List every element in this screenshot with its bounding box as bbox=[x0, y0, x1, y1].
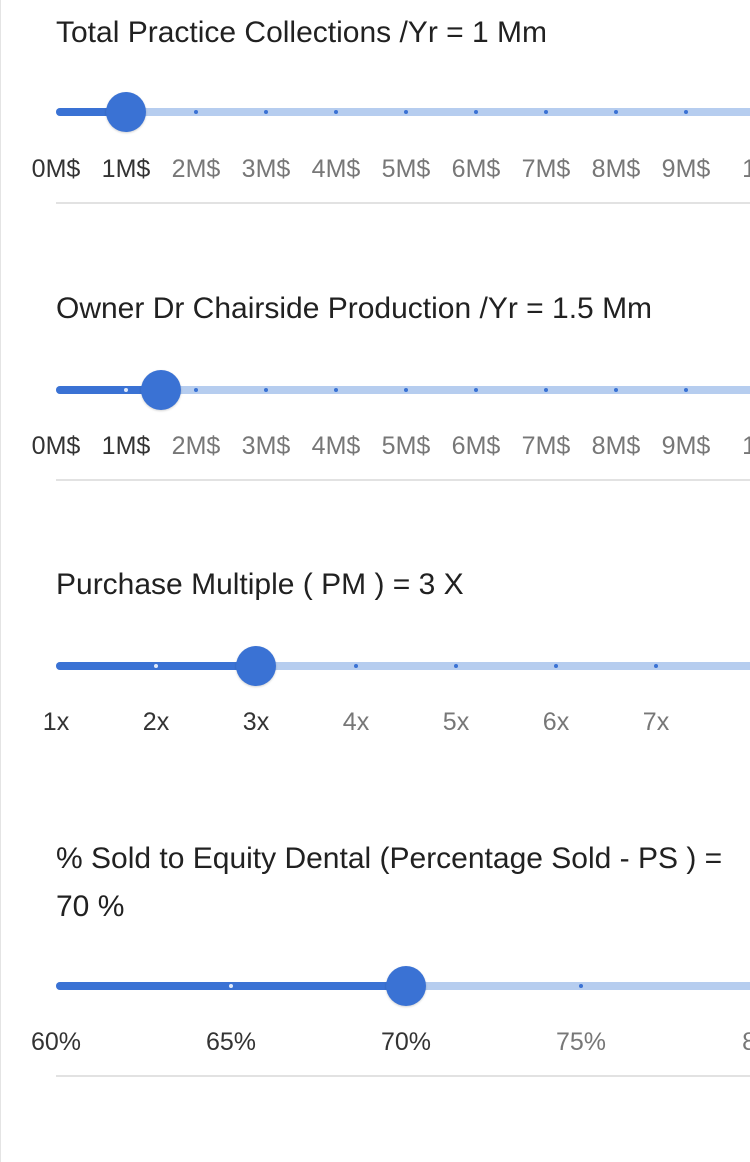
slider-mark-label: 5x bbox=[442, 708, 470, 736]
slider-mark-label: 8M$ bbox=[591, 155, 641, 183]
slider-mark-label: 80 bbox=[742, 1026, 750, 1058]
slider-mark-label: 10 bbox=[742, 430, 750, 462]
slider-tick bbox=[544, 388, 548, 392]
percent-sold-slider-track[interactable] bbox=[56, 966, 750, 1006]
slider-mark-label: 6M$ bbox=[451, 155, 501, 183]
slider-tick bbox=[614, 388, 618, 392]
slider-tick bbox=[579, 984, 583, 988]
slider-tick bbox=[334, 110, 338, 114]
slider-mark-label: 4M$ bbox=[311, 155, 361, 183]
multiple-slider-track[interactable] bbox=[56, 646, 750, 686]
percent-sold-slider-title: % Sold to Equity Dental (Percentage Sold… bbox=[56, 842, 723, 923]
slider-mark-label: 3M$ bbox=[241, 432, 291, 460]
slider-mark-label: 3x bbox=[242, 708, 270, 736]
slider-tick bbox=[404, 110, 408, 114]
slider-tick bbox=[474, 388, 478, 392]
slider-tick bbox=[154, 664, 158, 668]
slider-tick bbox=[264, 110, 268, 114]
slider-mark-label: 2x bbox=[142, 708, 170, 736]
slider-mark-label: 1M$ bbox=[101, 432, 151, 460]
slider-tick bbox=[474, 110, 478, 114]
slider-mark-label: 7x bbox=[642, 708, 670, 736]
slider-mark-label: 6M$ bbox=[451, 432, 501, 460]
slider-mark-label: 4M$ bbox=[311, 432, 361, 460]
slider-mark-label: 2M$ bbox=[171, 155, 221, 183]
slider-tick bbox=[404, 388, 408, 392]
slider-mark-label: 7M$ bbox=[521, 155, 571, 183]
slider-mark-label: 10 bbox=[742, 153, 750, 185]
collections-slider-track[interactable] bbox=[56, 92, 750, 132]
multiple-slider-thumb[interactable] bbox=[236, 646, 276, 686]
calculator-panel: Total Practice Collections /Yr = 1 Mm 0M… bbox=[0, 0, 750, 1162]
percent-sold-slider-thumb[interactable] bbox=[386, 966, 426, 1006]
collections-slider-thumb[interactable] bbox=[106, 92, 146, 132]
slider-mark-label: 60% bbox=[30, 1028, 82, 1056]
slider-mark-label: 9M$ bbox=[661, 432, 711, 460]
slider-tick bbox=[124, 388, 128, 392]
production-slider-title: Owner Dr Chairside Production /Yr = 1.5 … bbox=[56, 292, 653, 325]
slider-tick bbox=[554, 664, 558, 668]
slider-mark-label: 8M$ bbox=[591, 432, 641, 460]
multiple-slider-title: Purchase Multiple ( PM ) = 3 X bbox=[56, 568, 464, 601]
slider-tick bbox=[544, 110, 548, 114]
slider-mark-label: 4x bbox=[342, 708, 370, 736]
collections-slider-title: Total Practice Collections /Yr = 1 Mm bbox=[56, 16, 548, 49]
slider-mark-label: 3M$ bbox=[241, 155, 291, 183]
divider bbox=[56, 1075, 750, 1077]
production-slider-track[interactable] bbox=[56, 370, 750, 410]
production-slider-thumb[interactable] bbox=[141, 370, 181, 410]
slider-tick bbox=[194, 110, 198, 114]
slider-mark-label: 1x bbox=[42, 708, 70, 736]
slider-tick bbox=[454, 664, 458, 668]
divider bbox=[56, 479, 750, 481]
slider-mark-label: 9M$ bbox=[661, 155, 711, 183]
slider-mark-label: 6x bbox=[542, 708, 570, 736]
slider-mark-label: 2M$ bbox=[171, 432, 221, 460]
slider-mark-label: 0M$ bbox=[31, 432, 81, 460]
slider-tick bbox=[684, 110, 688, 114]
slider-tick bbox=[614, 110, 618, 114]
slider-mark-label: 7M$ bbox=[521, 432, 571, 460]
slider-mark-label: 1M$ bbox=[101, 155, 151, 183]
slider-tick bbox=[264, 388, 268, 392]
slider-mark-label: 70% bbox=[380, 1028, 432, 1056]
slider-tick bbox=[229, 984, 233, 988]
slider-mark-label: 5M$ bbox=[381, 432, 431, 460]
slider-mark-label: 65% bbox=[205, 1028, 257, 1056]
slider-mark-label: 0M$ bbox=[31, 155, 81, 183]
divider bbox=[56, 202, 750, 204]
slider-mark-label: 75% bbox=[555, 1028, 607, 1056]
slider-tick bbox=[194, 388, 198, 392]
slider-tick bbox=[334, 388, 338, 392]
slider-tick bbox=[684, 388, 688, 392]
slider-tick bbox=[354, 664, 358, 668]
slider-tick bbox=[654, 664, 658, 668]
slider-mark-label: 5M$ bbox=[381, 155, 431, 183]
